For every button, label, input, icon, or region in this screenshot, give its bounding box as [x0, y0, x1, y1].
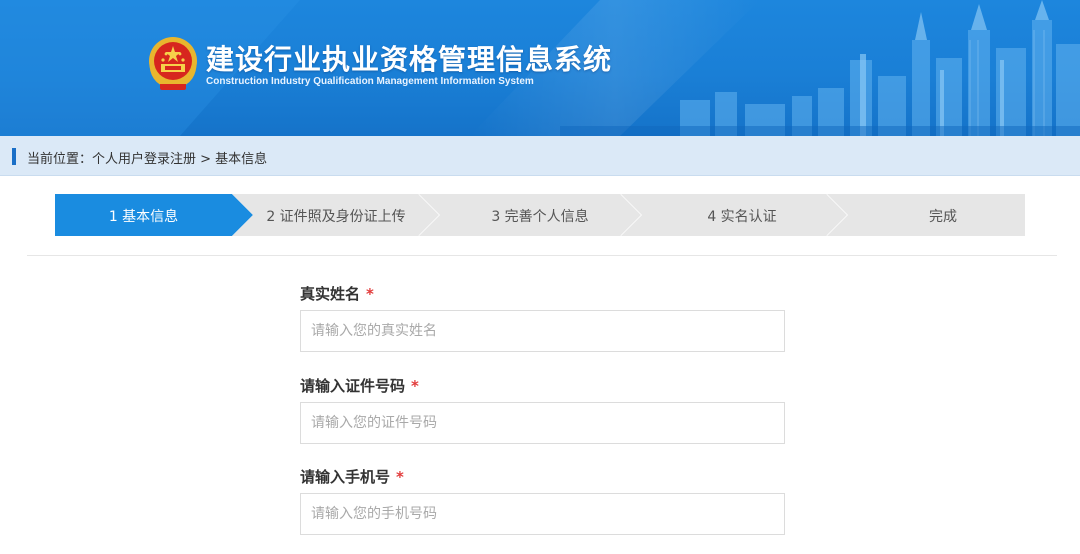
site-header: 建设行业执业资格管理信息系统 Construction Industry Qua… [0, 0, 1080, 136]
step-5-label: 完成 [929, 209, 957, 225]
step-4-label: 4 实名认证 [707, 209, 777, 225]
breadcrumb: 当前位置：个人用户登录注册 > 基本信息 [0, 136, 1080, 176]
step-3-label: 3 完善个人信息 [491, 209, 589, 225]
id-number-label-text: 请输入证件号码 [300, 377, 406, 395]
breadcrumb-marker [12, 148, 16, 165]
id-number-label: 请输入证件号码 * [300, 375, 419, 396]
city-skyline-illustration [560, 0, 1080, 136]
step-1-label: 1 基本信息 [108, 209, 179, 225]
phone-label: 请输入手机号 * [300, 466, 404, 487]
section-divider [27, 255, 1057, 256]
required-mark: * [396, 468, 404, 486]
phone-label-text: 请输入手机号 [300, 468, 391, 486]
real-name-label-text: 真实姓名 [300, 285, 361, 303]
phone-input[interactable] [300, 493, 785, 535]
real-name-label: 真实姓名 * [300, 283, 374, 304]
registration-steps: 1 基本信息 2 证件照及身份证上传 3 完善个人信息 4 实名认证 完成 [55, 194, 1025, 236]
real-name-input[interactable] [300, 310, 785, 352]
national-emblem-icon [149, 37, 197, 90]
id-number-input[interactable] [300, 402, 785, 444]
system-title: 建设行业执业资格管理信息系统 [206, 43, 613, 76]
system-title-english: Construction Industry Qualification Mana… [206, 76, 534, 87]
step-2-label: 2 证件照及身份证上传 [266, 209, 406, 225]
required-mark: * [411, 377, 419, 395]
required-mark: * [366, 285, 374, 303]
breadcrumb-text: 当前位置：个人用户登录注册 > 基本信息 [27, 152, 268, 167]
